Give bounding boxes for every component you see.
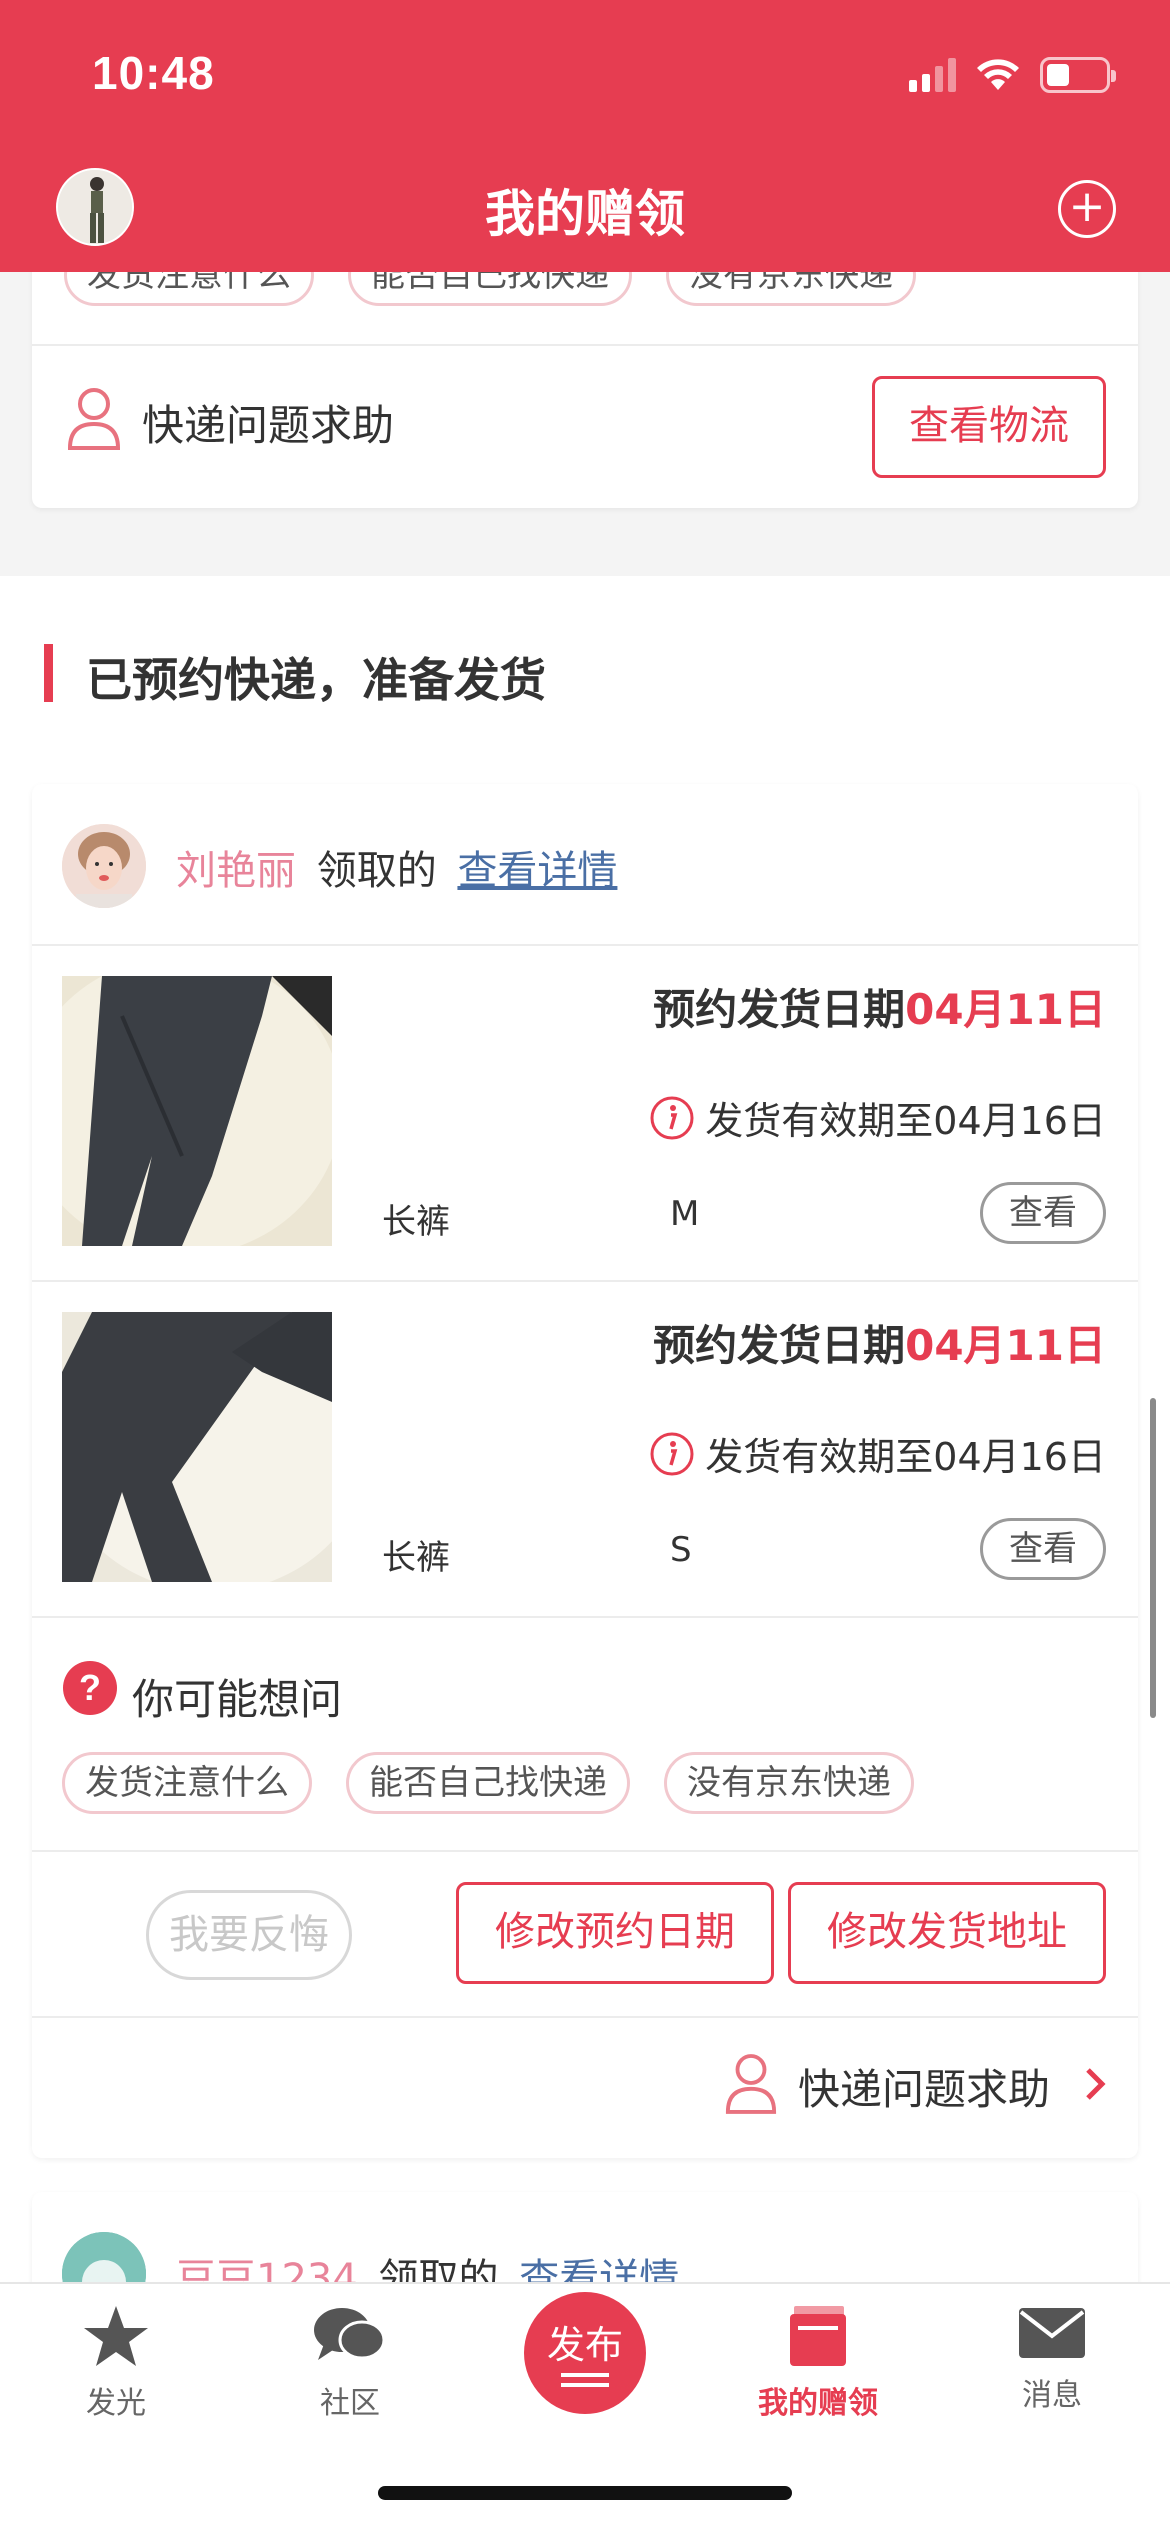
- gift-box-icon: [790, 2306, 846, 2366]
- faq-tag[interactable]: 能否自己找快递: [346, 1752, 630, 1814]
- info-icon: [650, 1432, 694, 1475]
- change-date-button[interactable]: 修改预约日期: [456, 1882, 774, 1984]
- tab-label: 我的赠领: [758, 2386, 878, 2421]
- faq-title: 你可能想问: [132, 1675, 343, 1724]
- cellular-signal-icon: [909, 58, 956, 92]
- section-title: 已预约快递，准备发货: [86, 653, 546, 707]
- product-image[interactable]: [62, 1312, 332, 1582]
- faq-tags: 发货注意什么 能否自己找快递 没有京东快递: [62, 1752, 914, 1814]
- change-address-button[interactable]: 修改发货地址: [788, 1882, 1106, 1984]
- view-details-link[interactable]: 查看详情: [457, 848, 617, 894]
- claimed-text: 领取的: [316, 848, 437, 894]
- order-item: 预约发货日期04月11日 发货有效期至04月16日 长裤 S 查看: [32, 1282, 1138, 1616]
- divider: [32, 1616, 1138, 1618]
- ship-date-label: 预约发货日期: [653, 985, 906, 1034]
- person-icon: [725, 2054, 777, 2114]
- ship-date: 04月11日: [905, 985, 1106, 1034]
- express-help-label[interactable]: 快递问题求助: [142, 392, 394, 453]
- faq-tag[interactable]: 发货注意什么: [62, 1752, 312, 1814]
- tab-my-gifts[interactable]: 我的赠领: [718, 2304, 918, 2422]
- chevron-right-icon[interactable]: [1084, 2066, 1108, 2102]
- publish-icon: [561, 2373, 609, 2387]
- view-logistics-button[interactable]: 查看物流: [872, 376, 1106, 478]
- star-icon: [84, 2306, 148, 2366]
- product-image[interactable]: [62, 976, 332, 1246]
- scrollbar[interactable]: [1150, 1398, 1156, 1718]
- section-accent-bar: [44, 644, 53, 702]
- divider: [32, 1850, 1138, 1852]
- tab-label: 消息: [1022, 2378, 1082, 2413]
- item-name: 长裤: [382, 1202, 450, 1242]
- faq-tag[interactable]: 没有京东快递: [664, 1752, 914, 1814]
- divider: [32, 2016, 1138, 2018]
- section-header: 已预约快递，准备发货: [0, 576, 1170, 740]
- person-icon: [67, 388, 121, 450]
- add-button[interactable]: +: [1058, 180, 1116, 238]
- order-item: 预约发货日期04月11日 发货有效期至04月16日 长裤 M 查看: [32, 946, 1138, 1280]
- ship-date-label: 预约发货日期: [653, 1321, 906, 1370]
- info-icon: [650, 1096, 694, 1139]
- app-header: 10:48 我的赠领 +: [0, 0, 1170, 272]
- status-icons: [909, 50, 1116, 100]
- mail-icon: [1019, 2308, 1085, 2358]
- publish-label: 发布: [546, 2323, 623, 2367]
- home-indicator: [378, 2486, 792, 2500]
- ship-valid-until: 发货有效期至04月16日: [705, 1435, 1106, 1479]
- question-icon: ?: [63, 1661, 117, 1715]
- item-size: S: [670, 1530, 692, 1570]
- tab-faguang[interactable]: 发光: [16, 2304, 216, 2422]
- battery-icon: [1040, 57, 1116, 93]
- user-avatar[interactable]: [62, 824, 146, 908]
- tab-label: 社区: [320, 2386, 380, 2421]
- express-help-label[interactable]: 快递问题求助: [798, 2056, 1050, 2117]
- claimer-name[interactable]: 刘艳丽: [176, 848, 296, 894]
- item-size: M: [670, 1194, 700, 1234]
- wifi-icon: [977, 59, 1019, 90]
- svg-text:?: ?: [79, 1667, 101, 1708]
- tab-community[interactable]: 社区: [250, 2304, 450, 2422]
- view-item-button[interactable]: 查看: [980, 1182, 1106, 1244]
- page-title: 我的赠领: [485, 185, 685, 243]
- divider: [32, 344, 1138, 346]
- chat-bubbles-icon: [314, 2308, 386, 2360]
- tab-label: 发光: [86, 2386, 146, 2421]
- ship-valid-until: 发货有效期至04月16日: [705, 1099, 1106, 1143]
- order-card: 刘艳丽 领取的 查看详情 预约发货日期04月11日 发货有效期至04月16日 长…: [32, 784, 1138, 2158]
- regret-button[interactable]: 我要反悔: [146, 1890, 352, 1980]
- view-item-button[interactable]: 查看: [980, 1518, 1106, 1580]
- item-name: 长裤: [382, 1538, 450, 1578]
- ship-date: 04月11日: [905, 1321, 1106, 1370]
- publish-button[interactable]: 发布: [524, 2292, 646, 2414]
- tab-messages[interactable]: 消息: [952, 2304, 1152, 2414]
- status-time: 10:48: [92, 47, 215, 99]
